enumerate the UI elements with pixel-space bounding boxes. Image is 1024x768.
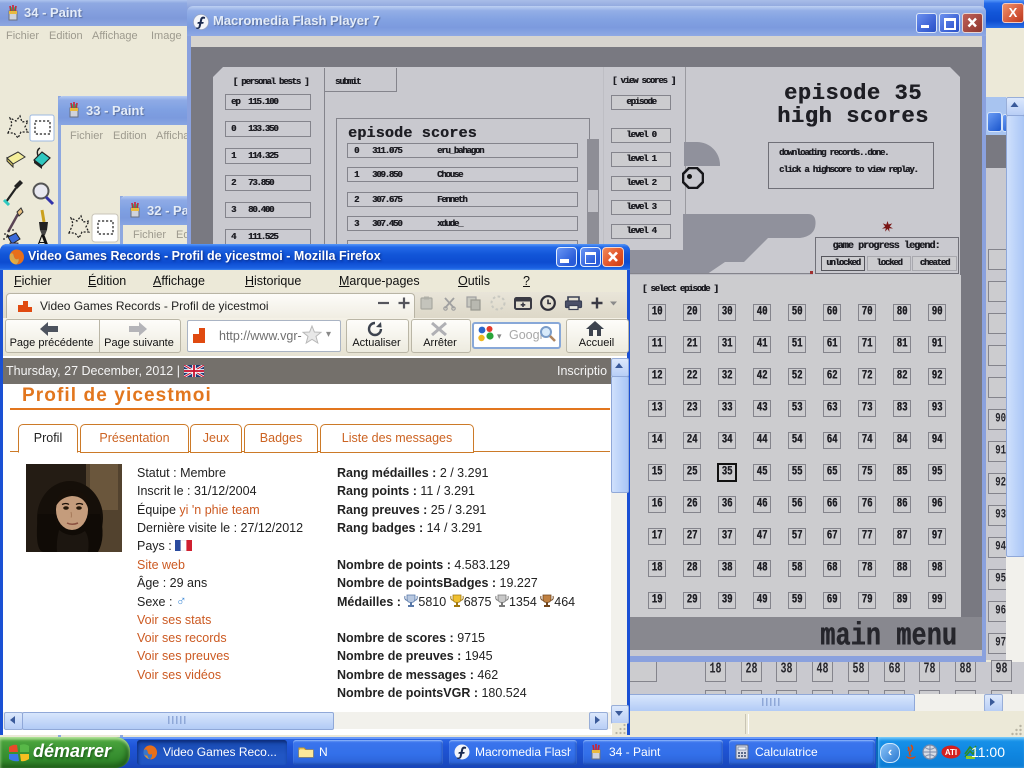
svg-text:ATI: ATI	[945, 748, 957, 757]
